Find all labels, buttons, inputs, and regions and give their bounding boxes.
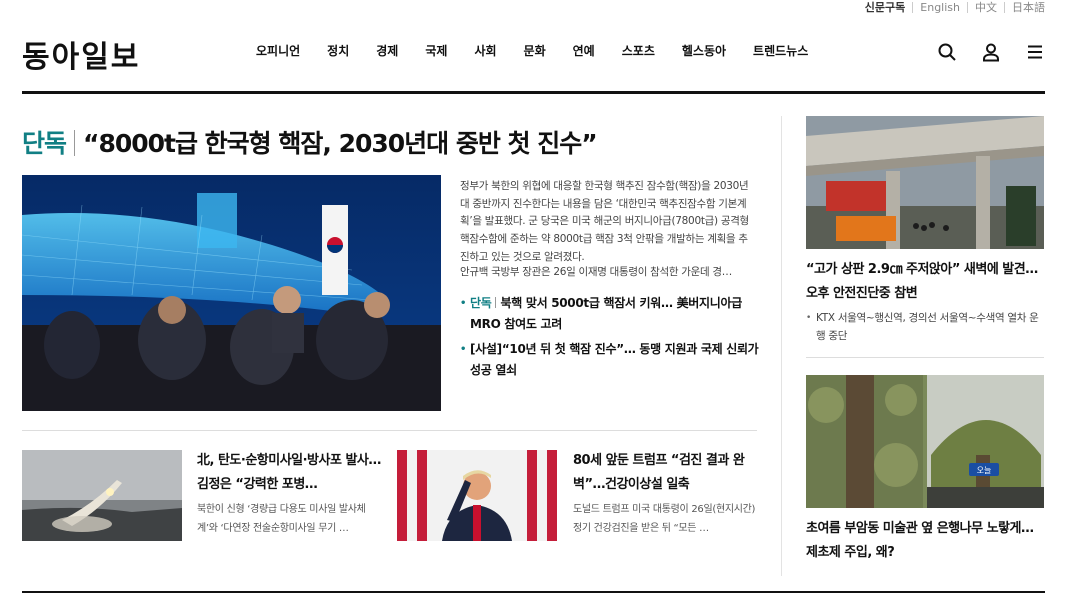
header-icons <box>937 42 1045 62</box>
chinese-link[interactable]: 中文 <box>967 2 1004 13</box>
subscribe-link[interactable]: 신문구독 <box>858 2 912 13</box>
headline-image[interactable] <box>22 175 441 411</box>
headline-summary: 정부가 북한의 위협에 대응할 한국형 핵추진 잠수함(핵잠)을 2030년대 … <box>460 180 749 263</box>
side-image-bridge[interactable] <box>806 116 1044 249</box>
nav-item-economy[interactable]: 경제 <box>376 42 398 59</box>
nav-item-health[interactable]: 헬스동아 <box>682 42 726 59</box>
column-divider <box>781 116 782 576</box>
nav-item-entertainment[interactable]: 연예 <box>573 42 595 59</box>
nav-item-international[interactable]: 국제 <box>425 42 447 59</box>
search-icon[interactable] <box>937 42 957 62</box>
english-link[interactable]: English <box>912 2 967 13</box>
headline-title[interactable]: 단독 “8000t급 한국형 핵잠, 2030년대 중반 첫 진수” <box>22 124 598 160</box>
side-image-tree[interactable]: 오늘 <box>806 375 1044 508</box>
headline-summary-cont: 안규백 국방부 장관은 26일 이재명 대통령이 참석한 가운데 경… <box>460 266 732 278</box>
main-nav: 오피니언 정치 경제 국제 사회 문화 연예 스포츠 헬스동아 트렌드뉴스 <box>256 42 835 59</box>
related-article-1[interactable]: 단독북핵 맞서 5000t급 핵잠서 키워… 美버지니아급 MRO 참여도 고려 <box>460 293 760 335</box>
nav-item-culture[interactable]: 문화 <box>524 42 546 59</box>
related-article-2[interactable]: [사설]“10년 뒤 첫 핵잠 진수”… 동맹 지원과 국제 신뢰가 성공 열쇠 <box>460 339 760 381</box>
side-sub-bridge[interactable]: KTX 서울역~행신역, 경의선 서울역~수색역 열차 운행 중단 <box>806 309 1044 345</box>
exclusive-label: 단독 <box>470 296 492 310</box>
section-divider <box>22 430 757 431</box>
today-badge: 오늘 <box>977 466 992 475</box>
card-image-trump[interactable] <box>397 450 557 541</box>
nav-item-opinion[interactable]: 오피니언 <box>256 42 300 59</box>
side-divider <box>806 357 1044 358</box>
nav-item-trend[interactable]: 트렌드뉴스 <box>753 42 808 59</box>
nav-item-sports[interactable]: 스포츠 <box>622 42 655 59</box>
menu-icon[interactable] <box>1025 42 1045 62</box>
nav-item-politics[interactable]: 정치 <box>327 42 349 59</box>
side-title-tree[interactable]: 초여름 부암동 미술관 옆 은행나무 노랗게…제초제 주입, 왜? <box>806 517 1044 565</box>
card-desc-trump: 도널드 트럼프 미국 대통령이 26일(현지시간) 정기 건강검진을 받은 뒤 … <box>573 504 756 534</box>
site-logo[interactable]: 동아일보 <box>22 32 140 76</box>
card-image-missile[interactable] <box>22 450 182 541</box>
utility-links: 신문구독 English 中文 日本語 <box>858 2 1045 13</box>
nav-item-society[interactable]: 사회 <box>474 42 496 59</box>
japanese-link[interactable]: 日本語 <box>1004 2 1045 13</box>
card-title-trump[interactable]: 80세 앞둔 트럼프 “검진 결과 완벽”…건강이상설 일축 <box>573 449 758 497</box>
headline-text[interactable]: “8000t급 한국형 핵잠, 2030년대 중반 첫 진수” <box>83 129 598 158</box>
footer-rule <box>22 591 1045 593</box>
exclusive-label: 단독 <box>22 129 67 158</box>
side-title-bridge[interactable]: “고가 상판 2.9㎝ 주저앉아” 새벽에 발견… 오후 안전진단중 참변 <box>806 258 1044 306</box>
card-title-missile[interactable]: 北, 탄도·순항미사일·방사포 발사…김정은 “강력한 포병… <box>197 449 382 497</box>
user-icon[interactable] <box>981 42 1001 62</box>
card-desc-missile: 북한이 신형 ‘경량급 다용도 미사일 발사체계’와 ‘다연장 전술순항미사일 … <box>197 504 366 534</box>
header-rule <box>22 91 1045 94</box>
